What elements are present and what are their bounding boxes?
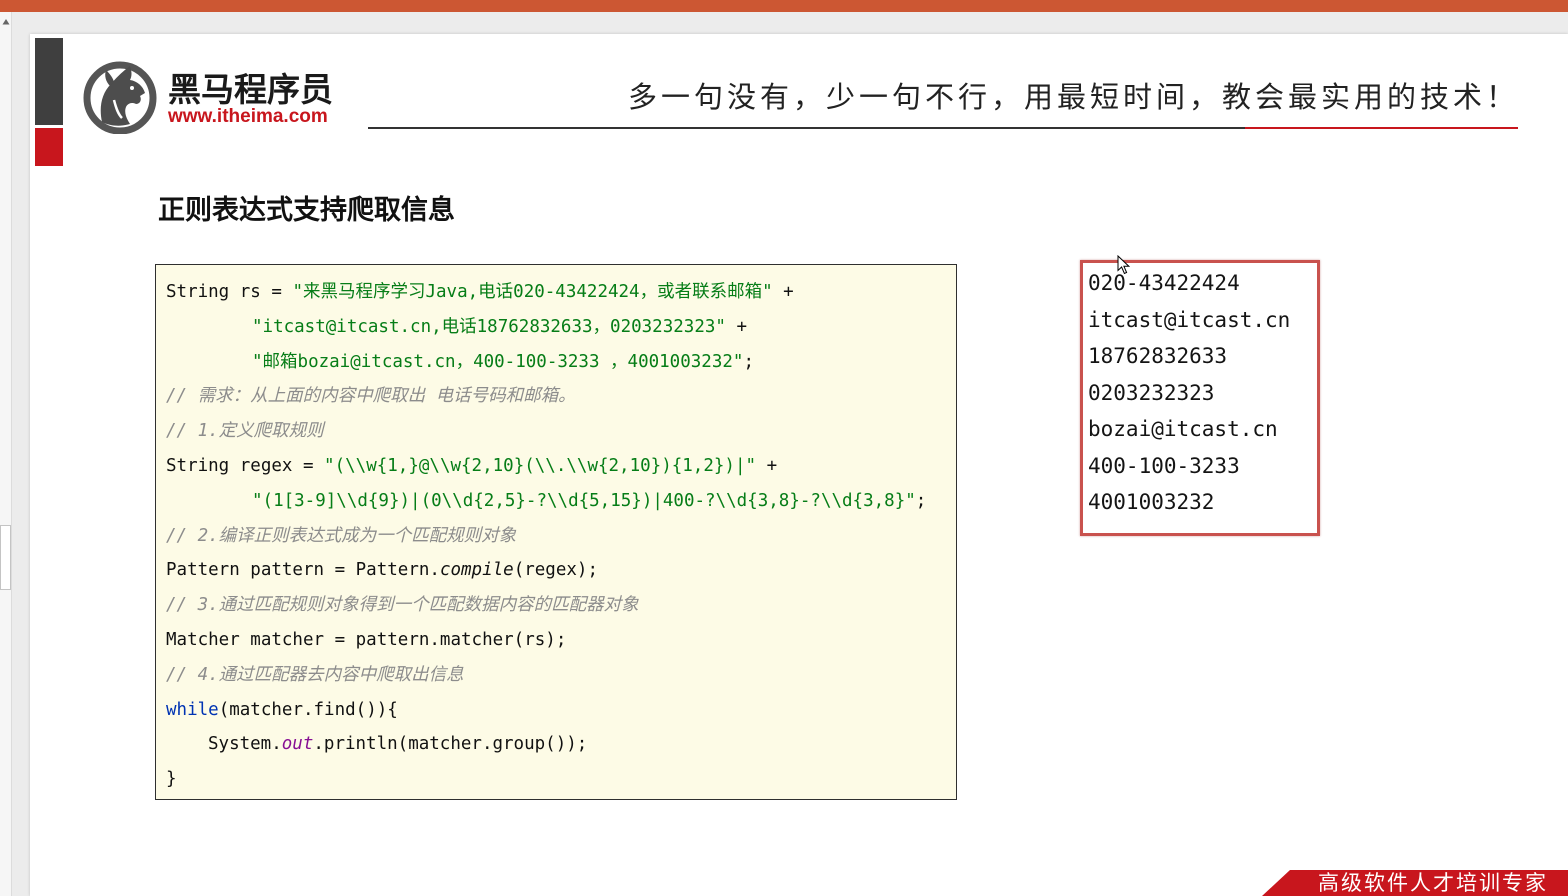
code-line: "itcast@itcast.cn,电话18762832633，02032323… [166, 310, 946, 345]
code-string: "来黑马程序学习Java,电话020-43422424，或者联系邮箱" [292, 282, 773, 302]
code-comment: // 3.通过匹配规则对象得到一个匹配数据内容的匹配器对象 [166, 595, 639, 616]
code-comment: // 需求：从上面的内容中爬取出 电话号码和邮箱。 [166, 386, 576, 407]
slide-accent-bar-red [35, 128, 63, 166]
output-box[interactable]: 020-43422424 itcast@itcast.cn 1876283263… [1080, 260, 1320, 536]
code-text: .println(matcher.group()); [313, 734, 588, 755]
code-string: "itcast@itcast.cn,电话18762832633，02032323… [252, 316, 726, 337]
code-line: // 3.通过匹配规则对象得到一个匹配数据内容的匹配器对象 [166, 588, 946, 623]
code-line: System.out.println(matcher.group()); [166, 727, 946, 762]
code-string: "(\\w{1,}@\\w{2,10}(\\.\\w{2,10}){1,2})|… [324, 455, 757, 476]
code-static-field: out [281, 734, 314, 755]
code-text: System. [208, 734, 282, 755]
window-title-bar[interactable] [0, 0, 1568, 12]
code-line: "(1[3-9]\\d{9})|(0\\d{2,5}-?\\d{5,15})|4… [166, 484, 946, 519]
code-string: "邮箱bozai@itcast.cn，400-100-3233 ，4001003… [252, 351, 744, 372]
code-line: "邮箱bozai@itcast.cn，400-100-3233 ，4001003… [166, 345, 946, 380]
code-string: "(1[3-9]\\d{9})|(0\\d{2,5}-?\\d{5,15})|4… [252, 490, 916, 511]
output-line: bozai@itcast.cn [1088, 417, 1278, 441]
code-text: + [725, 316, 748, 337]
code-text: (matcher.find()){ [218, 699, 398, 720]
code-text: (regex); [513, 560, 598, 581]
code-keyword: while [166, 699, 219, 720]
code-line: // 2.编译正则表达式成为一个匹配规则对象 [166, 519, 946, 554]
code-box[interactable]: String rs = "来黑马程序学习Java,电话020-43422424，… [155, 264, 957, 800]
code-line: String regex = "(\\w{1,}@\\w{2,10}(\\.\\… [166, 449, 946, 484]
scrollbar-thumb[interactable] [0, 525, 11, 590]
brand-name: 黑马程序员 [168, 70, 333, 109]
code-text: String regex = [166, 455, 325, 476]
footer-banner: 高级软件人才培训专家 [1262, 870, 1568, 896]
slogan-text[interactable]: 多一句没有，少一句不行，用最短时间，教会最实用的技术！ [628, 79, 1519, 115]
slide-accent-bar-dark [35, 38, 63, 125]
horse-head-logo-icon [83, 61, 157, 134]
code-line: // 1.定义爬取规则 [166, 414, 946, 449]
code-text: ; [743, 351, 754, 372]
code-comment: // 1.定义爬取规则 [166, 421, 324, 442]
code-comment: // 4.通过匹配器去内容中爬取出信息 [166, 664, 464, 685]
header-rule-dark [368, 127, 1245, 129]
code-line: Matcher matcher = pattern.matcher(rs); [166, 623, 946, 658]
slide-title[interactable]: 正则表达式支持爬取信息 [158, 194, 455, 226]
vertical-scrollbar[interactable] [0, 12, 12, 896]
code-text: Pattern pattern = Pattern. [166, 560, 440, 581]
code-text: ; [915, 490, 927, 511]
code-comment: // 2.编译正则表达式成为一个匹配规则对象 [166, 525, 517, 546]
header-rule-red [1245, 127, 1518, 129]
code-line: String rs = "来黑马程序学习Java,电话020-43422424，… [166, 275, 946, 310]
code-line: // 需求：从上面的内容中爬取出 电话号码和邮箱。 [166, 379, 946, 414]
code-static-method: compile [439, 560, 514, 581]
output-line: 18762832633 [1088, 344, 1228, 368]
scroll-up-arrow-icon[interactable] [2, 18, 10, 26]
brand-url: www.itheima.com [168, 106, 328, 127]
footer-banner-text: 高级软件人才培训专家 [1318, 871, 1548, 895]
code-line: // 4.通过匹配器去内容中爬取出信息 [166, 658, 946, 693]
code-text: + [772, 282, 794, 302]
output-line: 400-100-3233 [1088, 453, 1240, 478]
output-line: 0203232323 [1088, 380, 1215, 405]
code-text: String rs = [166, 282, 293, 302]
code-text: } [166, 769, 177, 790]
code-line: } [166, 762, 946, 797]
mouse-cursor-icon [1117, 255, 1130, 275]
code-text: + [756, 455, 778, 476]
code-line: while(matcher.find()){ [166, 693, 946, 728]
code-line: Pattern pattern = Pattern.compile(regex)… [166, 553, 946, 588]
code-text: Matcher matcher = pattern.matcher(rs); [166, 629, 567, 650]
slide[interactable]: 黑马程序员 www.itheima.com 多一句没有，少一句不行，用最短时间，… [30, 34, 1568, 896]
output-line: itcast@itcast.cn [1088, 307, 1291, 332]
output-line: 4001003232 [1088, 490, 1215, 514]
